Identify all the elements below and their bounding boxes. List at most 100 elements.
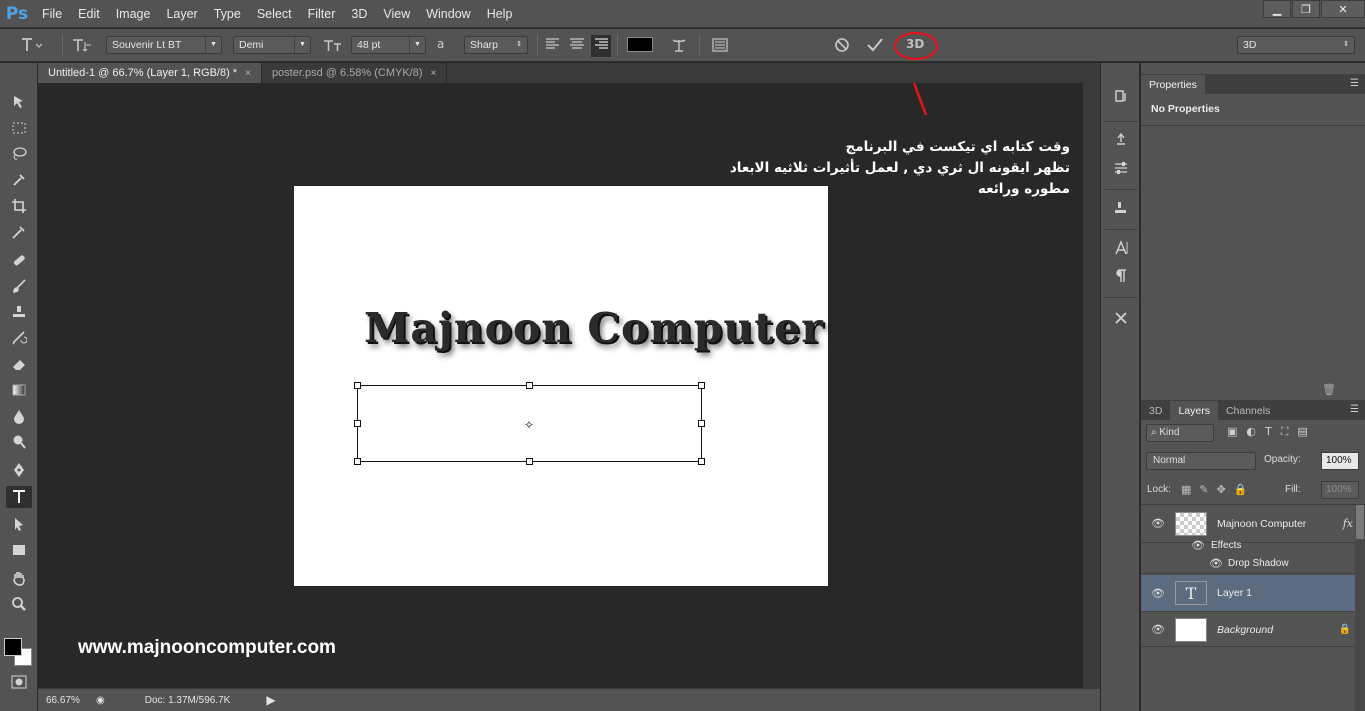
menu-edit[interactable]: Edit — [70, 7, 108, 21]
menu-window[interactable]: Window — [418, 7, 478, 21]
type-tool-preset-icon[interactable] — [20, 37, 43, 57]
align-center-icon[interactable] — [569, 37, 585, 55]
menu-view[interactable]: View — [375, 7, 418, 21]
menu-file[interactable]: File — [34, 7, 70, 21]
transform-handle[interactable] — [354, 420, 361, 427]
healing-brush-tool-icon[interactable] — [6, 249, 32, 271]
close-icon[interactable]: × — [431, 68, 437, 79]
tool-presets-icon[interactable] — [1110, 129, 1132, 151]
character-icon[interactable] — [1110, 237, 1132, 259]
blend-mode-dropdown[interactable]: Normal — [1146, 452, 1256, 470]
warp-text-icon[interactable] — [670, 37, 688, 57]
minimize-button[interactable]: ▁ — [1263, 0, 1291, 18]
vertical-scrollbar[interactable] — [1083, 83, 1100, 688]
zoom-level[interactable]: 66.67% — [46, 695, 90, 706]
transform-handle[interactable] — [526, 458, 533, 465]
clone-source-icon[interactable] — [1110, 197, 1132, 219]
paragraph-icon[interactable] — [1110, 265, 1132, 287]
menu-3d[interactable]: 3D — [343, 7, 375, 21]
menu-select[interactable]: Select — [249, 7, 300, 21]
transform-handle[interactable] — [698, 420, 705, 427]
canvas-headline-text[interactable]: Majnoon Computer — [364, 304, 824, 352]
transform-handle[interactable] — [526, 382, 533, 389]
tab-properties[interactable]: Properties — [1141, 75, 1205, 94]
status-menu-arrow-icon[interactable]: ▶ — [266, 693, 275, 707]
fx-icon[interactable]: fx — [1343, 517, 1353, 530]
layer-row-background[interactable]: 👁 Background 🔒 — [1141, 613, 1355, 647]
menu-layer[interactable]: Layer — [158, 7, 205, 21]
rectangle-tool-icon[interactable] — [6, 539, 32, 561]
type-tool-icon[interactable] — [6, 486, 32, 508]
zoom-tool-icon[interactable] — [6, 593, 32, 615]
canvas-workspace[interactable]: وقت كتابه اي تيكست في البرنامج تظهر ايقو… — [38, 83, 1100, 688]
font-style-dropdown[interactable]: Demi ▼ — [233, 36, 311, 54]
move-tool-icon[interactable] — [6, 91, 32, 113]
fill-input[interactable]: 100% — [1321, 481, 1359, 499]
menu-help[interactable]: Help — [479, 7, 521, 21]
blur-tool-icon[interactable] — [6, 405, 32, 427]
restore-button[interactable]: ❐ — [1292, 0, 1320, 18]
tools-panel-icon[interactable] — [1110, 307, 1132, 329]
antialias-dropdown[interactable]: Sharp ⇕ — [464, 36, 528, 54]
status-share-icon[interactable]: ◉ — [96, 695, 105, 706]
character-panel-icon[interactable] — [711, 37, 729, 57]
tab-channels[interactable]: Channels — [1218, 401, 1278, 420]
tab-poster[interactable]: poster.psd @ 6.58% (CMYK/8) × — [262, 63, 448, 83]
workspace-dropdown[interactable]: 3D ⇕ — [1237, 36, 1355, 54]
brush-tool-icon[interactable] — [6, 275, 32, 297]
font-family-dropdown[interactable]: Souvenir Lt BT ▼ — [106, 36, 222, 54]
align-right-icon[interactable] — [591, 35, 611, 57]
eye-icon[interactable]: 👁 — [1151, 587, 1165, 600]
quick-mask-icon[interactable] — [6, 671, 32, 693]
quick-selection-tool-icon[interactable] — [6, 169, 32, 191]
history-panel-icon[interactable] — [1110, 85, 1132, 107]
text-bounding-box[interactable]: ✧ — [354, 382, 705, 465]
layer-effect-drop-shadow[interactable]: 👁 Drop Shadow — [1141, 554, 1355, 574]
eraser-tool-icon[interactable] — [6, 353, 32, 375]
path-selection-tool-icon[interactable] — [6, 513, 32, 535]
menu-image[interactable]: Image — [108, 7, 159, 21]
trash-icon[interactable]: 🗑 — [1322, 383, 1336, 396]
commit-check-icon[interactable] — [866, 37, 884, 57]
layer-row-layer-1[interactable]: 👁 T Layer 1 — [1141, 575, 1355, 612]
close-icon[interactable]: × — [245, 68, 251, 79]
pen-tool-icon[interactable] — [6, 459, 32, 481]
close-button[interactable]: ✕ — [1321, 0, 1365, 18]
layer-effects-row[interactable]: 👁 Effects — [1141, 535, 1355, 555]
adjustments-panel-icon[interactable] — [1110, 157, 1132, 179]
hand-tool-icon[interactable] — [6, 567, 32, 589]
menu-type[interactable]: Type — [206, 7, 249, 21]
document-canvas[interactable]: Majnoon Computer ✧ — [294, 186, 828, 586]
transform-handle[interactable] — [354, 458, 361, 465]
gradient-tool-icon[interactable] — [6, 379, 32, 401]
layer-filter-dropdown[interactable]: ⌕ Kind — [1146, 424, 1214, 442]
transform-handle[interactable] — [698, 458, 705, 465]
menu-filter[interactable]: Filter — [300, 7, 344, 21]
opacity-input[interactable]: 100% — [1321, 452, 1359, 470]
toggle-orientation-icon[interactable] — [72, 37, 92, 57]
eye-icon[interactable]: 👁 — [1151, 623, 1165, 636]
scrollbar-thumb[interactable] — [1356, 505, 1364, 539]
lasso-tool-icon[interactable] — [6, 143, 32, 165]
layers-scrollbar[interactable] — [1355, 505, 1365, 711]
tab-untitled-1[interactable]: Untitled-1 @ 66.7% (Layer 1, RGB/8) * × — [38, 63, 262, 83]
history-brush-tool-icon[interactable] — [6, 327, 32, 349]
panel-menu-icon[interactable]: ☰ — [1350, 404, 1359, 415]
tab-layers[interactable]: Layers — [1170, 401, 1218, 420]
panel-menu-icon[interactable]: ☰ — [1350, 78, 1359, 89]
transform-handle[interactable] — [698, 382, 705, 389]
eyedropper-tool-icon[interactable] — [6, 221, 32, 243]
dodge-tool-icon[interactable] — [6, 431, 32, 453]
cancel-icon[interactable] — [834, 37, 850, 57]
eye-icon[interactable]: 👁 — [1151, 517, 1165, 530]
foreground-color-swatch[interactable] — [4, 638, 22, 656]
eye-icon[interactable]: 👁 — [1209, 557, 1223, 570]
layer-filter-icons[interactable]: ▣◐T⛶▤ — [1227, 425, 1317, 439]
lock-icons[interactable]: ▦✎✥🔒 — [1181, 483, 1256, 496]
transform-handle[interactable] — [354, 382, 361, 389]
crop-tool-icon[interactable] — [6, 195, 32, 217]
tab-3d[interactable]: 3D — [1141, 401, 1170, 420]
eye-icon[interactable]: 👁 — [1191, 539, 1205, 552]
clone-stamp-tool-icon[interactable] — [6, 301, 32, 323]
align-left-icon[interactable] — [545, 37, 561, 55]
